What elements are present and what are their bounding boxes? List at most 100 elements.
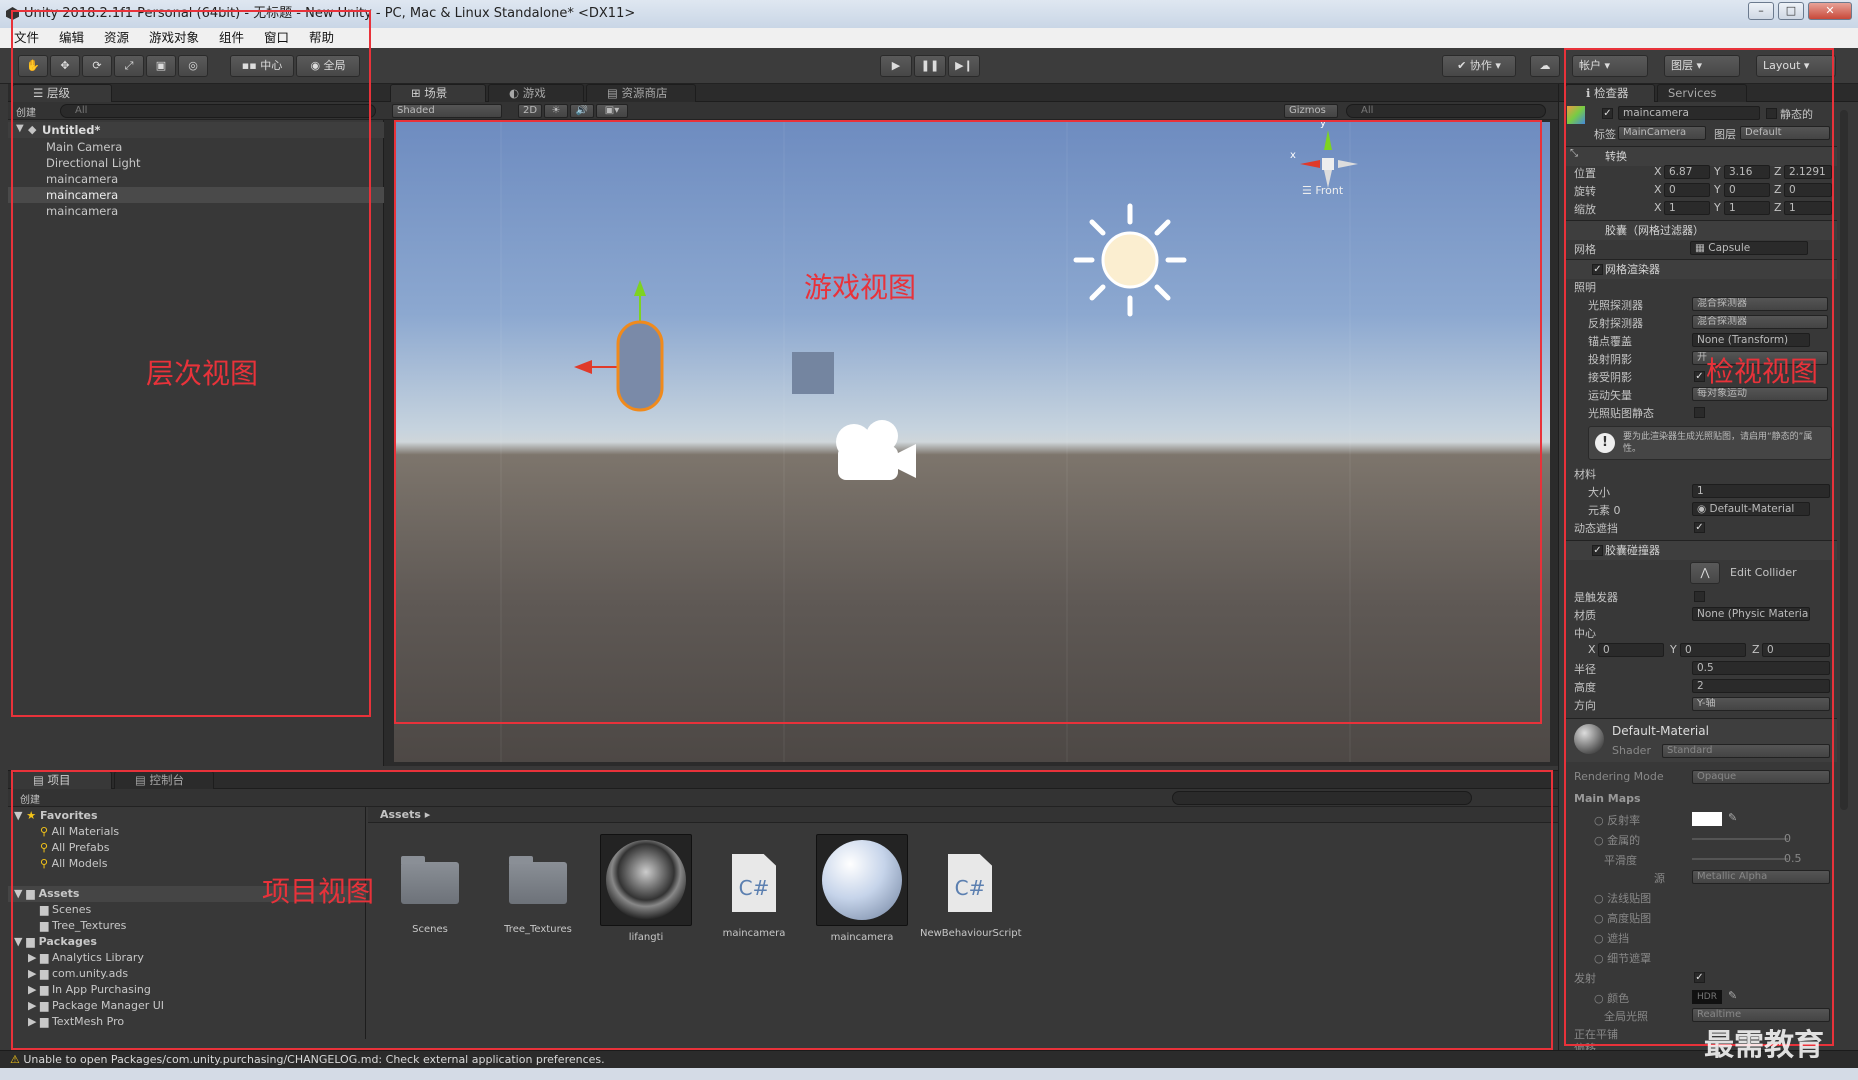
receive-shadows-checkbox[interactable]: ✓ xyxy=(1694,371,1705,382)
element0-field[interactable]: ◉ Default-Material xyxy=(1692,502,1810,516)
package-item[interactable]: ▶ ▆ In App Purchasing xyxy=(28,982,151,998)
mesh-field[interactable]: ▦ Capsule xyxy=(1690,241,1808,255)
radius-input[interactable]: 0.5 xyxy=(1692,661,1830,675)
lighting-toggle-icon[interactable]: ☀ xyxy=(544,104,568,118)
asset-tile[interactable]: maincamera xyxy=(812,834,912,943)
asset-folder-item[interactable]: ▆ Scenes xyxy=(40,902,91,918)
layers-dropdown[interactable]: 图层 ▾ xyxy=(1664,55,1740,77)
hierarchy-item[interactable]: maincamera xyxy=(46,203,118,219)
hierarchy-item[interactable]: maincamera xyxy=(46,171,118,187)
hierarchy-search-input[interactable]: All xyxy=(60,104,376,118)
scale-tool-icon[interactable]: ⤢ xyxy=(114,55,144,77)
reflection-probes-dropdown[interactable]: 混合探测器 xyxy=(1692,315,1828,329)
2d-toggle[interactable]: 2D xyxy=(518,104,542,118)
edit-collider-icon[interactable]: ⋀ xyxy=(1690,562,1720,584)
source-dropdown[interactable]: Metallic Alpha xyxy=(1692,870,1830,884)
scene-search-input[interactable]: All xyxy=(1346,104,1546,118)
active-checkbox[interactable]: ✓ xyxy=(1602,108,1613,119)
emission-eyedropper-icon[interactable]: ✎ xyxy=(1728,989,1737,1002)
collider-material-field[interactable]: None (Physic Material) xyxy=(1692,607,1810,621)
eyedropper-icon[interactable]: ✎ xyxy=(1728,811,1737,824)
directional-light-icon[interactable] xyxy=(1070,200,1190,320)
layer-dropdown[interactable]: Default xyxy=(1740,126,1830,140)
tab-game[interactable]: ◐ 游戏 xyxy=(488,84,584,102)
asset-tile[interactable]: C# NewBehaviourScript xyxy=(920,834,1022,939)
move-tool-icon[interactable]: ✥ xyxy=(50,55,80,77)
menu-assets[interactable]: 资源 xyxy=(104,30,129,45)
assets-header[interactable]: ▼ ▆ Assets xyxy=(14,886,79,902)
asset-tile[interactable]: Tree_Textures xyxy=(488,834,588,935)
center-z-input[interactable]: 0 xyxy=(1762,643,1830,657)
expand-arrow-icon[interactable]: ▼ xyxy=(16,123,24,134)
menu-file[interactable]: 文件 xyxy=(14,30,39,45)
package-item[interactable]: ▶ ▆ Package Manager UI xyxy=(28,998,164,1014)
object-name-input[interactable]: maincamera xyxy=(1618,106,1760,120)
asset-folder-item[interactable]: ▆ Tree_Textures xyxy=(40,918,126,934)
menu-help[interactable]: 帮助 xyxy=(309,30,334,45)
orientation-gizmo[interactable] xyxy=(1294,128,1364,188)
minimize-button[interactable]: – xyxy=(1748,2,1774,20)
play-button[interactable]: ▶ xyxy=(880,55,912,77)
fav-item[interactable]: ⚲ All Materials xyxy=(40,824,119,840)
camera-icon[interactable] xyxy=(826,408,926,488)
emission-color-swatch[interactable]: HDR xyxy=(1692,990,1722,1004)
collab-button[interactable]: ✔ 协作 ▾ xyxy=(1442,55,1516,77)
global-toggle-button[interactable]: ◉ 全局 xyxy=(296,55,360,77)
menu-edit[interactable]: 编辑 xyxy=(59,30,84,45)
pos-x-input[interactable]: 6.87 xyxy=(1664,165,1710,179)
scl-y-input[interactable]: 1 xyxy=(1724,201,1770,215)
tab-hierarchy[interactable]: ☰ 层级 xyxy=(12,84,112,102)
transform-header[interactable]: 转换 xyxy=(1565,146,1837,166)
scene-root-row[interactable]: ▼ ◆ Untitled* xyxy=(8,122,384,138)
gizmos-dropdown[interactable]: Gizmos xyxy=(1284,104,1338,118)
pause-button[interactable]: ❚❚ xyxy=(914,55,946,77)
shader-dropdown[interactable]: Standard xyxy=(1662,744,1830,758)
menu-gameobject[interactable]: 游戏对象 xyxy=(149,30,199,45)
audio-toggle-icon[interactable]: 🔊 xyxy=(570,104,594,118)
metallic-slider[interactable] xyxy=(1692,838,1788,840)
menu-component[interactable]: 组件 xyxy=(219,30,244,45)
scl-z-input[interactable]: 1 xyxy=(1784,201,1832,215)
materials-foldout[interactable]: 材料 xyxy=(1574,466,1596,482)
asset-tile[interactable]: Scenes xyxy=(380,834,480,935)
scene-viewport[interactable]: y x ☰ Front xyxy=(394,122,1550,762)
fav-item[interactable]: ⚲ All Models xyxy=(40,856,107,872)
hierarchy-create-button[interactable]: 创建 xyxy=(16,104,36,119)
tag-dropdown[interactable]: MainCamera xyxy=(1618,126,1706,140)
materials-size-input[interactable]: 1 xyxy=(1692,484,1830,498)
account-dropdown[interactable]: 帐户 ▾ xyxy=(1572,55,1648,77)
height-input[interactable]: 2 xyxy=(1692,679,1830,693)
rendering-mode-dropdown[interactable]: Opaque xyxy=(1692,770,1830,784)
project-create-button[interactable]: 创建 xyxy=(20,791,40,806)
dynamic-occluded-checkbox[interactable]: ✓ xyxy=(1694,522,1705,533)
maximize-button[interactable]: □ xyxy=(1778,2,1804,20)
step-button[interactable]: ▶❙ xyxy=(948,55,980,77)
view-front-label[interactable]: ☰ Front xyxy=(1302,184,1343,197)
hierarchy-item-selected[interactable]: maincamera xyxy=(46,187,118,203)
shading-mode-dropdown[interactable]: Shaded xyxy=(392,104,502,118)
albedo-color-swatch[interactable] xyxy=(1692,812,1722,826)
package-item[interactable]: ▶ ▆ Analytics Library xyxy=(28,950,144,966)
rotate-tool-icon[interactable]: ⟳ xyxy=(82,55,112,77)
pivot-toggle-button[interactable]: ▪▪ 中心 xyxy=(230,55,294,77)
rot-x-input[interactable]: 0 xyxy=(1664,183,1710,197)
lighting-foldout[interactable]: 照明 xyxy=(1574,279,1596,295)
tab-services[interactable]: Services xyxy=(1657,84,1747,102)
inspector-scrollbar[interactable] xyxy=(1840,110,1848,810)
menu-window[interactable]: 窗口 xyxy=(264,30,289,45)
static-checkbox[interactable] xyxy=(1766,108,1777,119)
capsule-collider-checkbox[interactable]: ✓ xyxy=(1592,545,1603,556)
smoothness-slider[interactable] xyxy=(1692,858,1788,860)
tab-project[interactable]: ▤ 项目 xyxy=(12,771,112,789)
tab-scene[interactable]: ⊞ 场景 xyxy=(390,84,486,102)
mesh-filter-header[interactable]: 胶囊（网格过滤器） xyxy=(1565,220,1837,240)
scl-x-input[interactable]: 1 xyxy=(1664,201,1710,215)
hand-tool-icon[interactable]: ✋ xyxy=(18,55,48,77)
fav-item[interactable]: ⚲ All Prefabs xyxy=(40,840,110,856)
rot-y-input[interactable]: 0 xyxy=(1724,183,1770,197)
direction-dropdown[interactable]: Y-轴 xyxy=(1692,697,1830,711)
favorites-header[interactable]: ▼ ★ Favorites xyxy=(14,808,98,824)
rect-tool-icon[interactable]: ▣ xyxy=(146,55,176,77)
layout-dropdown[interactable]: Layout ▾ xyxy=(1756,55,1836,77)
packages-header[interactable]: ▼ ▆ Packages xyxy=(14,934,97,950)
